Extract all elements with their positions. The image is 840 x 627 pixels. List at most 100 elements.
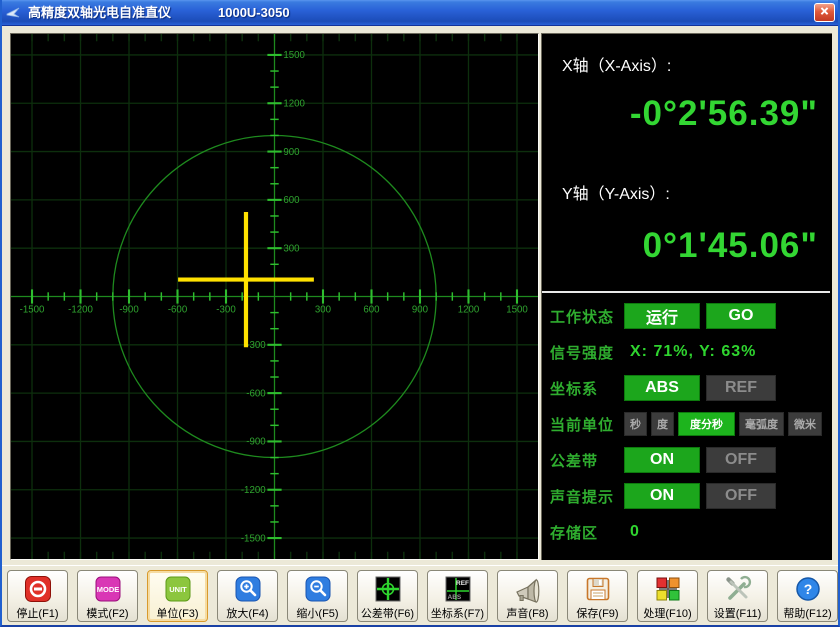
window-subtitle: 1000U-3050 bbox=[218, 0, 290, 25]
color-blocks-icon bbox=[654, 575, 682, 603]
svg-text:600: 600 bbox=[283, 195, 299, 206]
tolerance-target-icon bbox=[374, 575, 402, 603]
toolbar-button-save[interactable]: 保存(F9) bbox=[567, 570, 628, 622]
question-mark-icon: ? bbox=[794, 575, 822, 603]
megaphone-icon bbox=[514, 575, 542, 603]
toolbar-button-label: 公差带(F6) bbox=[358, 605, 417, 621]
svg-text:1200: 1200 bbox=[283, 98, 305, 109]
toolbar-button-label: 停止(F1) bbox=[8, 605, 67, 621]
storage-label: 存储区 bbox=[550, 522, 624, 543]
x-axis-label: X轴（X-Axis）: bbox=[562, 52, 671, 76]
run-button[interactable]: 运行 bbox=[624, 303, 700, 329]
work-status-label: 工作状态 bbox=[550, 306, 624, 327]
svg-text:MODE: MODE bbox=[96, 585, 119, 594]
toolbar-button-sound[interactable]: 声音(F8) bbox=[497, 570, 558, 622]
toolbar-button-help[interactable]: ? 帮助(F12) bbox=[777, 570, 838, 622]
tools-icon bbox=[724, 575, 752, 603]
toolbar-button-process[interactable]: 处理(F10) bbox=[637, 570, 698, 622]
unit-icon: UNIT bbox=[164, 575, 192, 603]
svg-text:900: 900 bbox=[283, 147, 299, 158]
svg-text:-300: -300 bbox=[216, 305, 235, 316]
coordinate-system-row: 坐标系 ABS REF bbox=[550, 370, 830, 406]
svg-text:1500: 1500 bbox=[506, 305, 528, 316]
svg-text:600: 600 bbox=[363, 305, 379, 316]
toolbar-button-coordinate-system[interactable]: REF ABS 坐标系(F7) bbox=[427, 570, 488, 622]
unit-options: 秒度度分秒毫弧度微米 bbox=[624, 412, 826, 436]
readout-panel: X轴（X-Axis）: -0°2'56.39" Y轴（Y-Axis）: 0°1'… bbox=[541, 33, 832, 560]
svg-text:ABS: ABS bbox=[447, 594, 461, 601]
toolbar-button-zoom-in[interactable]: 放大(F4) bbox=[217, 570, 278, 622]
svg-text:-900: -900 bbox=[246, 437, 265, 448]
toolbar-button-label: 模式(F2) bbox=[78, 605, 137, 621]
toolbar-button-label: 帮助(F12) bbox=[778, 605, 837, 621]
tolerance-band-label: 公差带 bbox=[550, 450, 624, 471]
toolbar-button-settings[interactable]: 设置(F11) bbox=[707, 570, 768, 622]
window-title: 高精度双轴光电自准直仪 bbox=[28, 0, 171, 25]
toolbar-button-unit[interactable]: UNIT单位(F3) bbox=[147, 570, 208, 622]
toolbar-button-zoom-out[interactable]: 缩小(F5) bbox=[287, 570, 348, 622]
toolbar-button-label: 缩小(F5) bbox=[288, 605, 347, 621]
ref-button[interactable]: REF bbox=[706, 375, 776, 401]
floppy-disk-icon bbox=[584, 575, 612, 603]
svg-text:1500: 1500 bbox=[283, 50, 305, 61]
panel-divider bbox=[542, 291, 830, 293]
current-unit-label: 当前单位 bbox=[550, 414, 624, 435]
unit-option-2[interactable]: 度 bbox=[651, 412, 674, 436]
unit-option-5[interactable]: 微米 bbox=[788, 412, 822, 436]
zoom-in-icon bbox=[234, 575, 262, 603]
svg-text:1200: 1200 bbox=[458, 305, 480, 316]
go-button[interactable]: GO bbox=[706, 303, 776, 329]
svg-text:REF: REF bbox=[456, 580, 469, 587]
y-axis-value: 0°1'45.06" bbox=[643, 226, 818, 266]
tolerance-off-button[interactable]: OFF bbox=[706, 447, 776, 473]
app-icon bbox=[6, 5, 22, 21]
svg-text:900: 900 bbox=[412, 305, 428, 316]
tolerance-band-row: 公差带 ON OFF bbox=[550, 442, 830, 478]
unit-option-4[interactable]: 毫弧度 bbox=[739, 412, 784, 436]
sound-on-button[interactable]: ON bbox=[624, 483, 700, 509]
sound-prompt-label: 声音提示 bbox=[550, 486, 624, 507]
measurement-cross bbox=[178, 212, 314, 347]
signal-strength-label: 信号强度 bbox=[550, 342, 624, 363]
work-status-row: 工作状态 运行 GO bbox=[550, 298, 830, 334]
toolbar-button-stop[interactable]: 停止(F1) bbox=[7, 570, 68, 622]
toolbar-button-label: 处理(F10) bbox=[638, 605, 697, 621]
toolbar-button-label: 设置(F11) bbox=[708, 605, 767, 621]
close-button[interactable] bbox=[814, 3, 835, 22]
unit-option-1[interactable]: 秒 bbox=[624, 412, 647, 436]
storage-value: 0 bbox=[624, 523, 640, 541]
svg-text:-600: -600 bbox=[246, 388, 265, 399]
abs-button[interactable]: ABS bbox=[624, 375, 700, 401]
mode-icon: MODE bbox=[94, 575, 122, 603]
zoom-out-icon bbox=[304, 575, 332, 603]
svg-text:?: ? bbox=[803, 581, 812, 597]
svg-text:-900: -900 bbox=[119, 305, 138, 316]
y-axis-label: Y轴（Y-Axis）: bbox=[562, 180, 670, 204]
toolbar-button-label: 放大(F4) bbox=[218, 605, 277, 621]
tolerance-on-button[interactable]: ON bbox=[624, 447, 700, 473]
stop-icon bbox=[24, 575, 52, 603]
coordinate-system-label: 坐标系 bbox=[550, 378, 624, 399]
svg-text:-1200: -1200 bbox=[68, 305, 93, 316]
svg-text:-300: -300 bbox=[246, 340, 265, 351]
svg-text:300: 300 bbox=[283, 243, 299, 254]
signal-strength-row: 信号强度 X: 71%, Y: 63% bbox=[550, 334, 830, 370]
reticle-plot-panel: -1500-1200-900-600-30030060090012001500-… bbox=[10, 33, 539, 560]
toolbar: 停止(F1) MODE 模式(F2) UNIT单位(F3) 放大(F4) 缩小(F5) 公差… bbox=[0, 565, 840, 625]
sound-off-button[interactable]: OFF bbox=[706, 483, 776, 509]
status-panel: 工作状态 运行 GO 信号强度 X: 71%, Y: 63% 坐标系 ABS R… bbox=[550, 298, 830, 550]
sound-prompt-row: 声音提示 ON OFF bbox=[550, 478, 830, 514]
svg-text:-1200: -1200 bbox=[241, 485, 266, 496]
unit-option-3[interactable]: 度分秒 bbox=[678, 412, 735, 436]
x-axis-value: -0°2'56.39" bbox=[630, 94, 818, 134]
signal-strength-value: X: 71%, Y: 63% bbox=[624, 343, 756, 361]
storage-row: 存储区 0 bbox=[550, 514, 830, 550]
coordinate-axes-icon: REF ABS bbox=[444, 575, 472, 603]
toolbar-button-label: 坐标系(F7) bbox=[428, 605, 487, 621]
toolbar-button-label: 保存(F9) bbox=[568, 605, 627, 621]
app-window: 高精度双轴光电自准直仪 1000U-3050 -1500-1200-900-60… bbox=[0, 0, 840, 627]
toolbar-button-mode[interactable]: MODE 模式(F2) bbox=[77, 570, 138, 622]
svg-text:300: 300 bbox=[315, 305, 331, 316]
titlebar: 高精度双轴光电自准直仪 1000U-3050 bbox=[0, 0, 840, 26]
toolbar-button-tolerance-band[interactable]: 公差带(F6) bbox=[357, 570, 418, 622]
